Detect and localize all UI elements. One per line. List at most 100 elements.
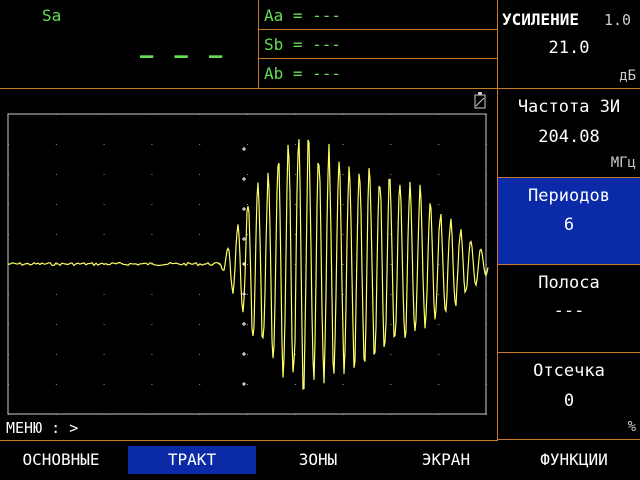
grid-dot bbox=[438, 414, 440, 415]
grid-dot bbox=[342, 174, 344, 175]
ab-readout: Ab = --- bbox=[264, 64, 342, 83]
grid-dot bbox=[8, 114, 9, 115]
grid-dot bbox=[55, 354, 57, 355]
grid-dot bbox=[55, 294, 57, 295]
sa-label: Sa bbox=[42, 6, 62, 25]
grid-dot bbox=[55, 174, 57, 175]
grid-dot bbox=[103, 324, 105, 325]
grid-dot bbox=[55, 414, 57, 415]
band-value: --- bbox=[553, 301, 585, 321]
grid-dot bbox=[247, 264, 248, 265]
gate-marker bbox=[242, 322, 246, 326]
grid-dot bbox=[8, 384, 9, 385]
gain-title: УСИЛЕНИЕ bbox=[502, 10, 580, 29]
grid-dot bbox=[199, 204, 201, 205]
grid-dot bbox=[55, 114, 57, 115]
cutoff-panel[interactable]: Отсечка 0 % bbox=[497, 353, 640, 440]
percent-label: % bbox=[627, 419, 636, 435]
grid-dot bbox=[199, 294, 201, 295]
grid-dot bbox=[8, 294, 9, 295]
grid-dot bbox=[390, 174, 392, 175]
menu-zony[interactable]: ЗОНЫ bbox=[256, 446, 380, 474]
menu-osnovnye[interactable]: ОСНОВНЫЕ bbox=[0, 446, 122, 474]
grid-dot bbox=[151, 234, 153, 235]
gain-panel[interactable]: УСИЛЕНИЕ 1.0 21.0 дБ bbox=[497, 0, 640, 89]
grid-dot bbox=[103, 384, 105, 385]
grid-dot bbox=[247, 204, 248, 205]
grid-dot bbox=[55, 324, 57, 325]
gate-marker bbox=[242, 177, 246, 181]
grid-dot bbox=[103, 114, 105, 115]
grid-dot bbox=[438, 294, 440, 295]
menu-trakt[interactable]: ТРАКТ bbox=[128, 446, 256, 474]
grid-dot bbox=[103, 144, 105, 145]
menu-ekran[interactable]: ЭКРАН bbox=[382, 446, 510, 474]
grid-dot bbox=[342, 144, 344, 145]
grid-dot bbox=[438, 114, 440, 115]
grid-dot bbox=[8, 324, 9, 325]
grid-dot bbox=[247, 114, 248, 115]
grid-dot bbox=[151, 144, 153, 145]
grid-dot bbox=[8, 204, 9, 205]
grid-dot bbox=[151, 114, 153, 115]
menu-path: МЕНЮ : > bbox=[6, 419, 79, 437]
grid-dot bbox=[486, 264, 487, 265]
grid-dot bbox=[294, 114, 296, 115]
sa-value: — — — bbox=[140, 44, 227, 69]
grid-dot bbox=[486, 174, 487, 175]
grid-dot bbox=[55, 204, 57, 205]
periods-value: 6 bbox=[563, 215, 575, 235]
grid-dot bbox=[199, 174, 201, 175]
grid-dot bbox=[294, 204, 296, 205]
grid-dot bbox=[151, 354, 153, 355]
grid-dot bbox=[8, 174, 9, 175]
grid-dot bbox=[294, 234, 296, 235]
gate-marker bbox=[242, 237, 246, 241]
grid-dot bbox=[390, 384, 392, 385]
gain-value: 21.0 bbox=[548, 38, 590, 58]
grid-dot bbox=[8, 354, 9, 355]
grid-dot bbox=[438, 324, 440, 325]
grid-dot bbox=[294, 174, 296, 175]
gate-marker bbox=[242, 147, 246, 151]
band-panel[interactable]: Полоса --- bbox=[497, 265, 640, 353]
grid-dot bbox=[390, 414, 392, 415]
grid-dot bbox=[103, 174, 105, 175]
grid-dot bbox=[294, 414, 296, 415]
grid-dot bbox=[342, 384, 344, 385]
grid-dot bbox=[390, 144, 392, 145]
grid-dot bbox=[342, 204, 344, 205]
grid-dot bbox=[151, 414, 153, 415]
periods-title: Периодов bbox=[528, 186, 610, 206]
grid-dot bbox=[151, 324, 153, 325]
freq-value: 204.08 bbox=[538, 127, 600, 147]
grid-dot bbox=[8, 234, 9, 235]
grid-dot bbox=[247, 324, 248, 325]
grid-dot bbox=[294, 354, 296, 355]
grid-dot bbox=[438, 204, 440, 205]
gate-marker bbox=[242, 352, 246, 356]
grid-dot bbox=[486, 354, 487, 355]
grid-dot bbox=[55, 144, 57, 145]
band-title: Полоса bbox=[538, 273, 600, 293]
gate-marker bbox=[242, 207, 246, 211]
grid-dot bbox=[8, 414, 9, 415]
grid-dot bbox=[342, 264, 344, 265]
menu-funkcii[interactable]: ФУНКЦИИ bbox=[510, 446, 638, 474]
grid-dot bbox=[199, 414, 201, 415]
grid-dot bbox=[151, 204, 153, 205]
freq-unit: МГц bbox=[610, 155, 636, 171]
grid-dot bbox=[247, 234, 248, 235]
grid-dot bbox=[247, 174, 248, 175]
grid-dot bbox=[103, 414, 105, 415]
grid-dot bbox=[103, 234, 105, 235]
cutoff-value: 0 bbox=[563, 391, 575, 411]
grid-dot bbox=[438, 174, 440, 175]
gain-step: 1.0 bbox=[604, 11, 632, 29]
freq-panel[interactable]: Частота ЗИ 204.08 МГц bbox=[497, 89, 640, 178]
grid-dot bbox=[247, 144, 248, 145]
grid-dot bbox=[390, 324, 392, 325]
grid-dot bbox=[151, 174, 153, 175]
grid-dot bbox=[199, 384, 201, 385]
periods-panel[interactable]: Периодов 6 bbox=[497, 178, 640, 265]
